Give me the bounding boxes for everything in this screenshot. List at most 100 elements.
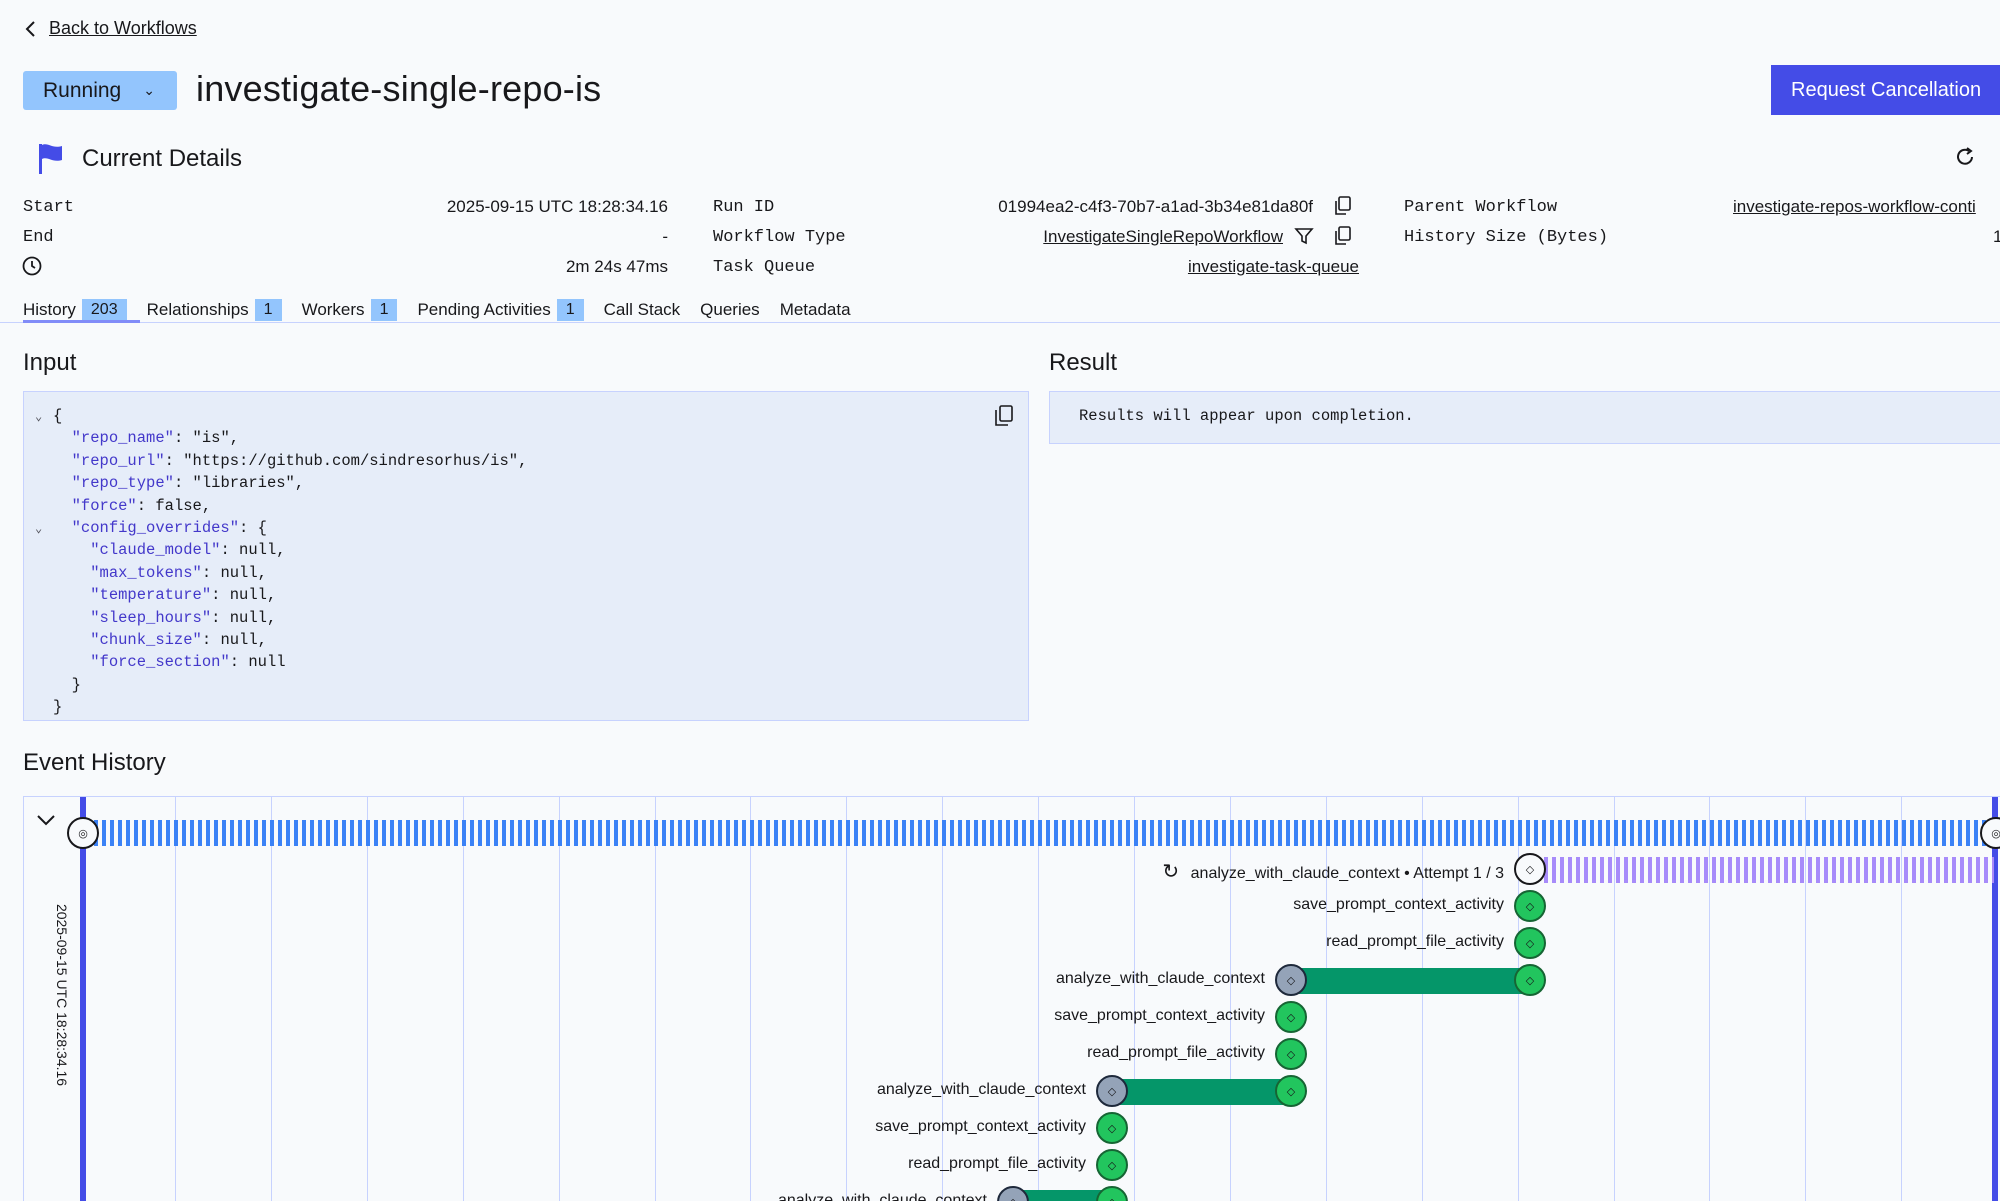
activity-completed-node[interactable]: ◇ [1275,1075,1307,1107]
activity-completed-node[interactable]: ◇ [1514,927,1546,959]
activity-label[interactable]: read_prompt_file_activity [1326,933,1504,951]
tab-pending-activities[interactable]: Pending Activities 1 [417,298,584,322]
chevron-down-icon: ⌄ [143,82,155,98]
json-value: : { [239,519,267,538]
activity-completed-node[interactable]: ◇ [1514,890,1546,922]
activity-label[interactable]: read_prompt_file_activity [908,1155,1086,1173]
request-cancellation-button[interactable]: Request Cancellation [1771,65,2000,115]
chevron-down-icon[interactable] [36,813,56,827]
page-title: investigate-single-repo-is [196,68,602,109]
activity-duration-bar[interactable] [1112,1079,1291,1105]
activity-scheduled-node[interactable]: ◇ [1275,964,1307,996]
activity-duration-bar[interactable] [1291,968,1530,994]
filter-icon[interactable] [1294,226,1314,246]
run-id-label: Run ID [713,198,775,217]
copy-run-id-icon[interactable] [1334,196,1352,216]
json-value: } [53,698,63,717]
json-line: "max_tokens": null, [35,563,527,585]
activity-label[interactable]: save_prompt_context_activity [1293,896,1504,914]
json-key: "repo_type" [71,474,174,493]
activity-completed-node[interactable]: ◇ [1275,1001,1307,1033]
activity-completed-node[interactable]: ◇ [1096,1149,1128,1181]
timeline-gridline [654,797,656,1201]
timeline-gridline [1325,797,1327,1201]
copy-workflow-type-icon[interactable] [1334,226,1352,246]
activity-completed-node[interactable]: ◇ [1096,1112,1128,1144]
event-history-timeline: 2025-09-15 UTC 18:28:34.16 ◎ ◎ ◇ ↻ analyze_… [23,796,2000,1201]
tab-call-stack-label: Call Stack [603,300,681,319]
tab-metadata[interactable]: Metadata [780,298,851,322]
back-to-workflows-link[interactable]: Back to Workflows [23,18,197,39]
workflow-type-label: Workflow Type [713,228,846,247]
activity-label[interactable]: save_prompt_context_activity [1054,1007,1265,1025]
timeline-gridline [846,797,848,1201]
copy-input-icon[interactable] [994,405,1014,427]
activity-scheduled-node[interactable]: ◇ [997,1186,1029,1201]
workflow-type-link[interactable]: InvestigateSingleRepoWorkflow [1043,227,1283,247]
status-badge[interactable]: Running ⌄ [23,71,177,110]
history-size-label: History Size (Bytes) [1404,228,1609,247]
json-line: } [35,675,527,697]
activity-completed-node[interactable]: ◇ [1275,1038,1307,1070]
activity-label[interactable]: ↻ analyze_with_claude_context • Attempt … [1162,859,1504,884]
timeline-start-axis [80,797,86,1201]
json-value: } [71,675,81,694]
timeline-gridline [462,797,464,1201]
input-title: Input [23,349,77,376]
json-value: : "libraries", [173,474,305,493]
activity-label[interactable]: analyze_with_claude_context [778,1192,987,1201]
json-line: ⌄ { [35,406,527,428]
tab-relationships[interactable]: Relationships 1 [147,298,282,322]
json-line: "repo_type": "libraries", [35,473,527,495]
json-line: ⌄ "config_overrides": { [35,518,527,540]
tab-history-label: History [23,300,76,319]
workflow-start-node[interactable]: ◎ [67,817,99,849]
task-queue-link[interactable]: investigate-task-queue [1188,257,1359,277]
activity-label-text: analyze_with_claude_context • Attempt 1 … [1190,865,1504,882]
json-value: : null, [211,586,277,605]
tab-queries[interactable]: Queries [700,298,760,322]
collapse-caret-icon[interactable]: ⌄ [35,407,53,428]
activity-completed-node[interactable]: ◇ [1514,964,1546,996]
timeline-gridline [942,797,944,1201]
activity-label[interactable]: save_prompt_context_activity [875,1118,1086,1136]
pending-activity-bar[interactable] [1544,857,1994,883]
activity-scheduled-node[interactable]: ◇ [1096,1075,1128,1107]
tab-pending-activities-label: Pending Activities [417,300,551,319]
json-value: : "is", [173,429,240,448]
refresh-icon[interactable] [1954,146,1976,168]
tab-bar: History 203 Relationships 1 Workers 1 Pendi… [23,298,871,322]
tab-history[interactable]: History 203 [23,298,127,322]
workflow-execution-bar[interactable] [94,820,2000,846]
current-details-title: Current Details [82,145,243,172]
result-text: Results will appear upon completion. [1079,407,1414,425]
json-key: "repo_url" [71,451,165,470]
tab-relationships-label: Relationships [146,300,249,319]
parent-workflow-link[interactable]: investigate-repos-workflow-conti [1733,197,1976,217]
tab-workers[interactable]: Workers 1 [302,298,398,322]
tab-call-stack[interactable]: Call Stack [604,298,681,322]
timeline-gridline [750,797,752,1201]
start-value: 2025-09-15 UTC 18:28:34.16 [446,197,668,216]
activity-label[interactable]: analyze_with_claude_context [877,1081,1086,1099]
end-value: - [662,227,668,246]
retry-icon: ↻ [1162,861,1185,883]
input-json-code: ⌄ { "repo_name": "is", "repo_url": "http… [35,406,527,720]
activity-label[interactable]: analyze_with_claude_context [1056,970,1265,988]
activity-label[interactable]: read_prompt_file_activity [1087,1044,1265,1062]
tabs-divider [0,322,2000,323]
json-key: "chunk_size" [90,631,202,650]
json-key: "force_section" [90,653,230,672]
activity-completed-node[interactable]: ◇ [1096,1186,1128,1201]
pending-activity-node[interactable]: ◇ [1514,853,1546,885]
json-line: "force": false, [35,496,527,518]
collapse-caret-icon[interactable]: ⌄ [35,519,53,540]
